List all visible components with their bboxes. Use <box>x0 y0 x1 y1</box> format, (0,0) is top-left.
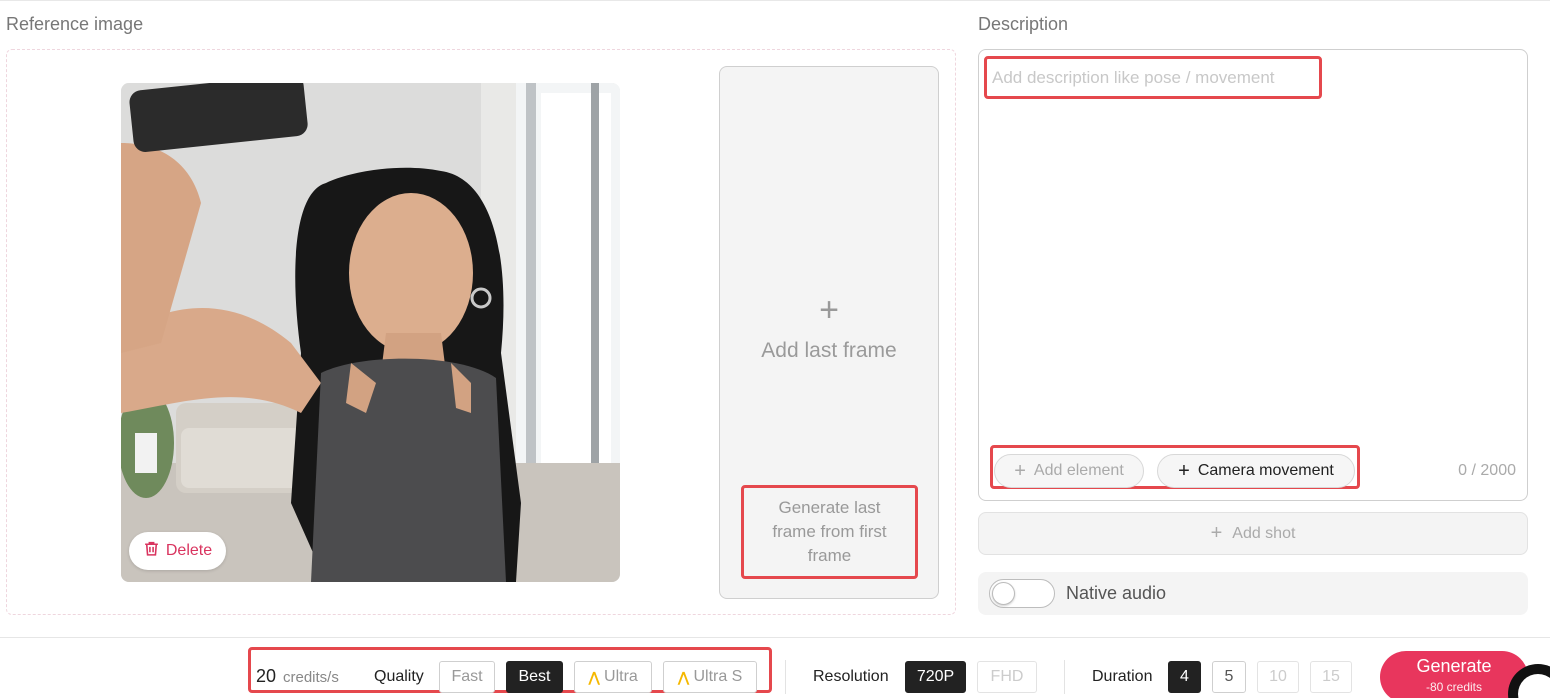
generate-cost: -80 credits <box>1425 680 1483 694</box>
quality-option-label: Fast <box>451 668 483 685</box>
resolution-option-label: FHD <box>990 668 1024 685</box>
duration-option-10[interactable]: 10 <box>1257 661 1299 693</box>
credits-value: 20 <box>256 666 277 686</box>
delete-button[interactable]: Delete <box>129 532 226 570</box>
crown-icon: ⋀ <box>677 668 690 685</box>
quality-option-best[interactable]: Best <box>506 661 563 693</box>
reference-image-label: Reference image <box>6 14 144 34</box>
resolution-option-720p[interactable]: 720P <box>905 661 966 693</box>
top-border <box>0 0 1550 2</box>
credits-unit: credits/s <box>283 669 339 686</box>
duration-option-label: 5 <box>1224 668 1234 685</box>
description-label: Description <box>978 14 1069 34</box>
bottom-divider <box>0 637 1550 638</box>
duration-option-label: 4 <box>1180 668 1189 685</box>
reference-photo <box>121 83 620 582</box>
resolution-option-fhd[interactable]: FHD <box>977 661 1037 693</box>
description-box <box>978 49 1528 501</box>
duration-option-label: 10 <box>1269 668 1287 685</box>
resolution-option-label: 720P <box>916 668 955 685</box>
duration-label: Duration <box>1092 668 1153 685</box>
duration-option-label: 15 <box>1322 668 1340 685</box>
toggle-knob <box>992 582 1015 605</box>
quality-option-fast[interactable]: Fast <box>439 661 495 693</box>
plus-icon: + <box>1210 522 1223 544</box>
generate-label: Generate <box>1416 656 1492 676</box>
camera-movement-button[interactable]: + Camera movement <box>1157 454 1355 488</box>
add-element-label: Add element <box>1033 462 1124 479</box>
divider <box>785 660 786 694</box>
native-audio-toggle[interactable] <box>989 579 1055 608</box>
add-last-frame-label: Add last frame <box>761 339 897 362</box>
add-shot-label: Add shot <box>1232 524 1296 542</box>
plus-icon: + <box>1014 460 1026 482</box>
quality-label: Quality <box>374 668 424 685</box>
quality-option-label: Best <box>518 668 551 685</box>
add-element-button[interactable]: + Add element <box>994 454 1144 488</box>
plus-icon: + <box>1178 460 1190 482</box>
video-generator-page: Reference image Description Delete + Add… <box>0 0 1550 698</box>
quality-option-label: Ultra <box>604 668 638 685</box>
quality-option-ultra[interactable]: ⋀ Ultra <box>574 661 652 693</box>
generate-button[interactable]: Generate -80 credits <box>1380 651 1528 698</box>
native-audio-row: Native audio <box>978 572 1528 615</box>
help-bubble-inner <box>1518 674 1550 698</box>
duration-option-5[interactable]: 5 <box>1212 661 1246 693</box>
plus-icon: + <box>819 291 839 329</box>
divider <box>1064 660 1065 694</box>
char-count: 0 / 2000 <box>1458 462 1516 479</box>
native-audio-label: Native audio <box>1066 583 1167 603</box>
quality-option-ultra-s[interactable]: ⋀ Ultra S <box>663 661 757 693</box>
trash-icon <box>143 540 160 562</box>
quality-option-label: Ultra S <box>693 668 743 685</box>
duration-option-15[interactable]: 15 <box>1310 661 1352 693</box>
crown-icon: ⋀ <box>588 668 601 685</box>
delete-label: Delete <box>165 542 213 559</box>
duration-option-4[interactable]: 4 <box>1168 661 1201 693</box>
resolution-label: Resolution <box>813 668 889 685</box>
generate-last-frame-button[interactable]: Generate last frame from first frame <box>741 485 918 579</box>
camera-movement-label: Camera movement <box>1197 462 1334 479</box>
add-shot-button[interactable]: + Add shot <box>978 512 1528 555</box>
description-input[interactable] <box>984 56 1322 99</box>
